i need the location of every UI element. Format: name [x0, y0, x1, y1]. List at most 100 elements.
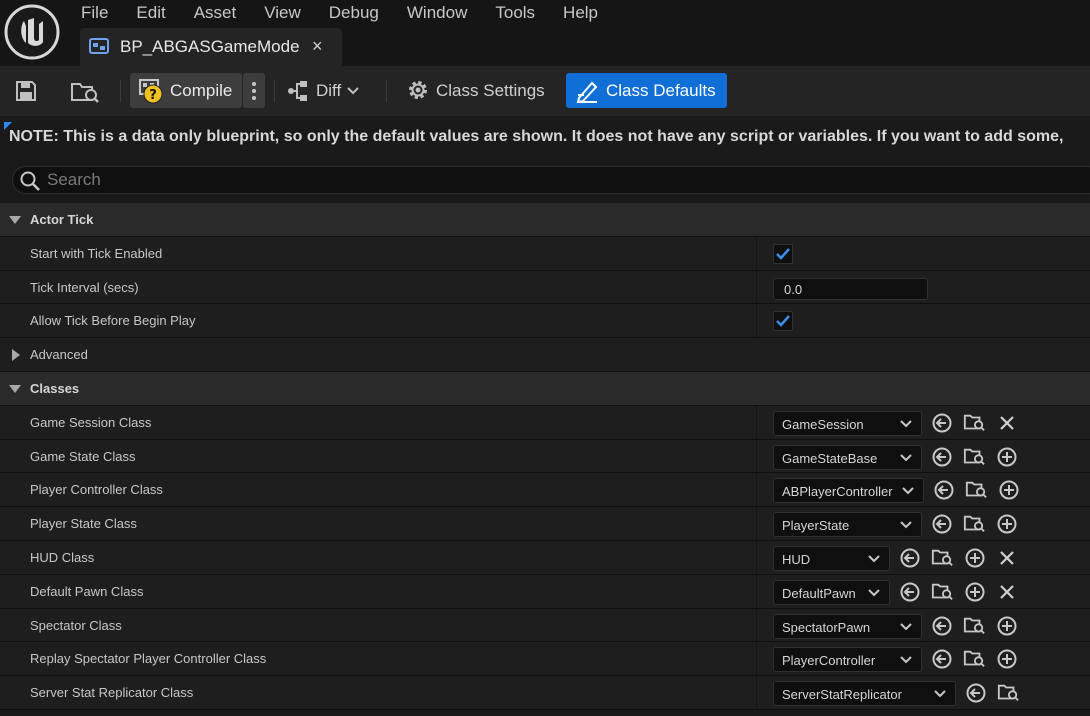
- class-picker-combo[interactable]: DefaultPawn: [773, 579, 890, 605]
- class-picker-combo[interactable]: HUD: [773, 545, 890, 571]
- use-selected-icon[interactable]: [965, 682, 987, 704]
- more-vertical-icon: [252, 81, 256, 100]
- class-picker-combo[interactable]: ABPlayerController: [773, 478, 924, 504]
- class-picker-value: ServerStatReplicator: [782, 687, 902, 703]
- browse-asset-icon[interactable]: [931, 581, 953, 603]
- chevron-down-icon: [902, 487, 914, 495]
- column-divider[interactable]: [756, 236, 757, 270]
- allow-tick-before-begin-play-checkbox[interactable]: [773, 311, 793, 332]
- browse-asset-icon[interactable]: [963, 412, 985, 434]
- expand-arrow-icon[interactable]: [9, 216, 21, 224]
- column-divider[interactable]: [756, 507, 757, 540]
- use-selected-icon[interactable]: [899, 547, 921, 569]
- column-divider[interactable]: [756, 473, 757, 507]
- diff-button[interactable]: Diff: [282, 73, 370, 108]
- browse-asset-icon[interactable]: [963, 615, 985, 637]
- menu-tools[interactable]: Tools: [481, 0, 549, 24]
- column-divider[interactable]: [756, 304, 757, 338]
- property-row: Tick Interval (secs) 0.0: [0, 270, 1090, 305]
- column-divider[interactable]: [756, 608, 757, 642]
- use-selected-icon[interactable]: [931, 412, 953, 434]
- save-icon: [16, 80, 36, 101]
- use-selected-icon[interactable]: [933, 479, 955, 501]
- chevron-down-icon: [934, 690, 946, 698]
- column-divider[interactable]: [756, 405, 757, 439]
- menu-file[interactable]: File: [81, 0, 122, 24]
- compile-button[interactable]: ? Compile: [130, 73, 242, 108]
- property-label: Replay Spectator Player Controller Class: [30, 651, 267, 667]
- start-with-tick-enabled-checkbox[interactable]: [773, 243, 793, 264]
- class-picker-value: HUD: [782, 551, 811, 567]
- property-label: Default Pawn Class: [30, 583, 144, 599]
- use-selected-icon[interactable]: [931, 615, 953, 637]
- class-picker-combo[interactable]: ServerStatReplicator: [773, 681, 956, 707]
- menu-debug[interactable]: Debug: [315, 0, 393, 24]
- clear-icon[interactable]: [996, 581, 1018, 603]
- chevron-down-icon: [900, 656, 912, 664]
- compile-label: Compile: [170, 80, 233, 100]
- class-picker-combo[interactable]: PlayerState: [773, 512, 922, 538]
- category-classes[interactable]: Classes: [0, 371, 1090, 406]
- column-divider[interactable]: [756, 439, 757, 473]
- use-selected-icon[interactable]: [931, 513, 953, 535]
- browse-asset-icon[interactable]: [965, 479, 987, 501]
- column-divider[interactable]: [756, 270, 757, 304]
- column-divider[interactable]: [756, 676, 757, 709]
- menu-view[interactable]: View: [250, 0, 315, 24]
- property-list: Actor Tick Start with Tick Enabled Tick …: [0, 203, 1090, 710]
- category-actor-tick[interactable]: Actor Tick: [0, 203, 1090, 237]
- property-label: Game Session Class: [30, 414, 152, 430]
- menu-window[interactable]: Window: [393, 0, 481, 24]
- search-box[interactable]: [12, 166, 1090, 194]
- class-picker-combo[interactable]: GameSession: [773, 410, 922, 436]
- close-tab-icon[interactable]: ×: [312, 36, 323, 57]
- tab-title: BP_ABGASGameMode: [120, 37, 300, 56]
- column-divider[interactable]: [756, 540, 757, 574]
- browse-asset-icon[interactable]: [997, 682, 1019, 704]
- class-picker-combo[interactable]: SpectatorPawn: [773, 613, 922, 639]
- menu-edit[interactable]: Edit: [122, 0, 179, 24]
- class-defaults-label: Class Defaults: [606, 80, 716, 100]
- add-icon[interactable]: [996, 648, 1018, 670]
- compile-options-button[interactable]: [243, 73, 265, 108]
- tick-interval-field[interactable]: 0.0: [773, 277, 928, 300]
- add-icon[interactable]: [998, 479, 1020, 501]
- class-defaults-button[interactable]: Class Defaults: [566, 73, 727, 108]
- browse-asset-icon[interactable]: [931, 547, 953, 569]
- svg-text:?: ?: [149, 88, 157, 103]
- checkmark-icon: [776, 315, 790, 328]
- class-picker-combo[interactable]: PlayerController: [773, 647, 922, 673]
- use-selected-icon[interactable]: [931, 648, 953, 670]
- add-icon[interactable]: [996, 615, 1018, 637]
- add-icon[interactable]: [996, 513, 1018, 535]
- document-tab[interactable]: BP_ABGASGameMode ×: [80, 28, 342, 66]
- class-picker-combo[interactable]: GameStateBase: [773, 444, 922, 470]
- search-input[interactable]: [47, 169, 947, 191]
- add-icon[interactable]: [996, 446, 1018, 468]
- unreal-engine-logo-icon[interactable]: [4, 4, 60, 60]
- use-selected-icon[interactable]: [931, 446, 953, 468]
- data-only-note: NOTE: This is a data only blueprint, so …: [9, 128, 1064, 145]
- clear-icon[interactable]: [996, 412, 1018, 434]
- browse-asset-icon[interactable]: [963, 446, 985, 468]
- property-row: Start with Tick Enabled: [0, 236, 1090, 271]
- column-divider[interactable]: [756, 574, 757, 608]
- browse-button[interactable]: [70, 73, 104, 108]
- browse-asset-icon[interactable]: [963, 648, 985, 670]
- class-settings-button[interactable]: Class Settings: [400, 73, 552, 108]
- clear-icon[interactable]: [996, 547, 1018, 569]
- save-button[interactable]: [14, 73, 46, 108]
- expand-arrow-icon[interactable]: [9, 384, 21, 393]
- use-selected-icon[interactable]: [899, 581, 921, 603]
- property-label: Player Controller Class: [30, 482, 163, 498]
- expand-arrow-icon[interactable]: [12, 349, 20, 362]
- column-divider[interactable]: [756, 642, 757, 676]
- menu-asset[interactable]: Asset: [180, 0, 251, 24]
- add-icon[interactable]: [964, 581, 986, 603]
- menu-help[interactable]: Help: [549, 0, 612, 24]
- toolbar-separator: [120, 80, 121, 102]
- browse-asset-icon[interactable]: [963, 513, 985, 535]
- class-picker-value: GameStateBase: [782, 450, 878, 466]
- add-icon[interactable]: [964, 547, 986, 569]
- advanced-section[interactable]: Advanced: [0, 338, 1090, 372]
